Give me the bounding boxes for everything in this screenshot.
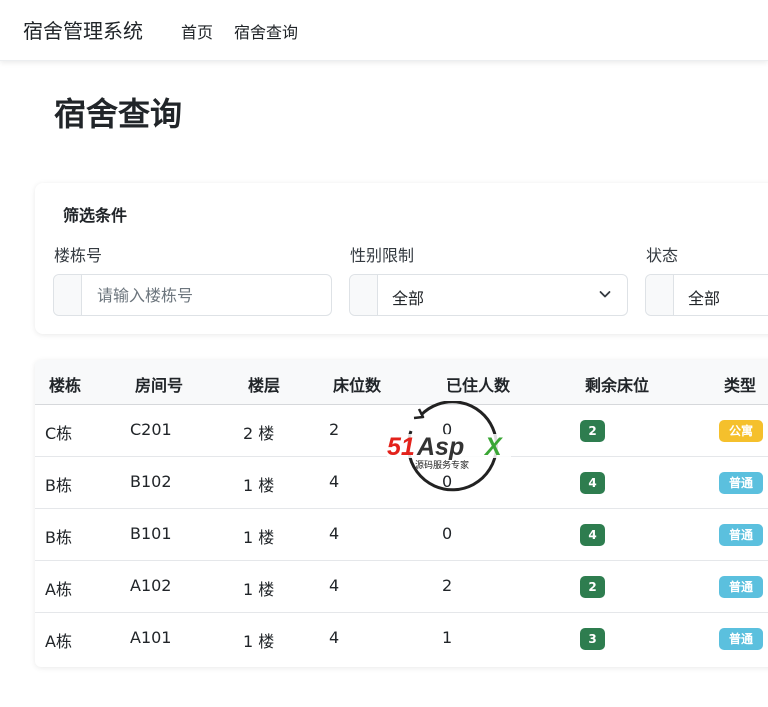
building-input[interactable] (83, 275, 331, 315)
cell-room: B101 (130, 524, 172, 543)
type-badge: 普通 (719, 628, 763, 650)
cell-floor: 1 楼 (243, 580, 275, 599)
type-badge: 公寓 (719, 420, 763, 442)
remaining-badge: 3 (580, 628, 605, 650)
cell-beds: 4 (329, 576, 340, 595)
cell-beds: 4 (329, 472, 340, 491)
gender-select[interactable]: 全部 (349, 274, 628, 316)
remaining-badge: 4 (580, 524, 605, 546)
status-select[interactable]: 全部 (645, 274, 768, 316)
cell-beds: 4 (329, 524, 340, 543)
watermark-logo: 51 Asp X 源码服务专家 (387, 401, 511, 492)
cell-floor: 1 楼 (243, 632, 275, 651)
page-title: 宿舍查询 (54, 95, 183, 133)
cell-occupied: 1 (442, 628, 453, 647)
building-input-group (53, 274, 332, 316)
cell-occupied: 2 (442, 576, 453, 595)
header-beds: 床位数 (333, 376, 382, 395)
type-badge: 普通 (719, 472, 763, 494)
type-badge: 普通 (719, 576, 763, 598)
cell-beds: 2 (329, 420, 340, 439)
table-row: B栋 B101 1 楼 4 0 4 普通 (35, 509, 768, 561)
svg-text:X: X (483, 433, 503, 461)
cell-room: A102 (130, 576, 172, 595)
top-navbar: 宿舍管理系统 首页 宿舍查询 (0, 0, 768, 61)
cell-building: B栋 (45, 476, 72, 495)
remaining-badge: 2 (580, 420, 605, 442)
table-header: 楼栋 房间号 楼层 床位数 已住人数 剩余床位 类型 (35, 360, 768, 405)
cell-beds: 4 (329, 628, 340, 647)
watermark-brand-text: 51 (387, 433, 415, 461)
cell-building: A栋 (45, 632, 72, 651)
status-select-value: 全部 (688, 289, 721, 308)
remaining-badge: 2 (580, 576, 605, 598)
header-type: 类型 (724, 376, 757, 395)
table-row: A栋 A102 1 楼 4 2 2 普通 (35, 561, 768, 613)
gender-select-value: 全部 (392, 289, 425, 308)
navbar-brand[interactable]: 宿舍管理系统 (23, 15, 143, 44)
status-label: 状态 (646, 246, 679, 265)
building-label: 楼栋号 (54, 246, 103, 265)
header-occupied: 已住人数 (446, 376, 511, 395)
input-prefix (54, 275, 82, 315)
table-row: A栋 A101 1 楼 4 1 3 普通 (35, 613, 768, 665)
cell-occupied: 0 (442, 524, 453, 543)
header-building: 楼栋 (49, 376, 82, 395)
watermark-tagline: 源码服务专家 (415, 459, 469, 471)
cell-floor: 1 楼 (243, 528, 275, 547)
header-floor: 楼层 (248, 376, 281, 395)
nav-link-home[interactable]: 首页 (181, 19, 213, 43)
gender-label: 性别限制 (350, 246, 415, 265)
cell-floor: 2 楼 (243, 424, 275, 443)
cell-room: A101 (130, 628, 172, 647)
remaining-badge: 4 (580, 472, 605, 494)
cell-building: C栋 (45, 424, 73, 443)
input-prefix (646, 275, 674, 315)
header-room: 房间号 (135, 376, 184, 395)
input-prefix (350, 275, 378, 315)
cell-room: C201 (130, 420, 172, 439)
nav-link-dorm-query[interactable]: 宿舍查询 (234, 19, 298, 43)
filter-title: 筛选条件 (63, 206, 128, 225)
cell-floor: 1 楼 (243, 476, 275, 495)
cell-room: B102 (130, 472, 172, 491)
svg-text:Asp: Asp (416, 433, 464, 461)
header-remaining: 剩余床位 (585, 376, 650, 395)
cell-building: A栋 (45, 580, 72, 599)
chevron-down-icon (599, 291, 611, 298)
cell-building: B栋 (45, 528, 72, 547)
type-badge: 普通 (719, 524, 763, 546)
